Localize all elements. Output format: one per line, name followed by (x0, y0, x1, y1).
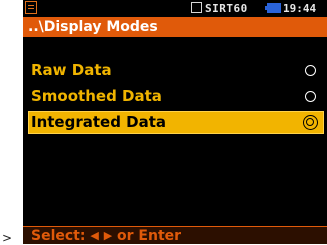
status-indicators: SIRT60 (205, 2, 248, 15)
option-label: Raw Data (31, 61, 112, 79)
hint-suffix: or Enter (117, 228, 182, 244)
mode-box-icon (191, 2, 202, 13)
battery-icon (265, 3, 281, 13)
status-bar: SIRT60 19:44 (23, 0, 327, 17)
hint-prefix: Select: (31, 228, 86, 244)
page-title: ..\Display Modes (28, 19, 158, 35)
device-screen: SIRT60 19:44 ..\Display Modes Raw Data S… (23, 0, 327, 244)
option-smoothed-data[interactable]: Smoothed Data (28, 85, 324, 108)
radio-button-icon[interactable] (305, 91, 316, 102)
hint-text: Select: ◀ ▶ or Enter (31, 227, 181, 244)
option-label: Smoothed Data (31, 87, 162, 105)
arrow-left-icon: ◀ (90, 229, 99, 242)
radio-button-icon[interactable] (305, 65, 316, 76)
clock: 19:44 (283, 2, 317, 15)
option-integrated-data[interactable]: Integrated Data (28, 111, 324, 134)
title-bar: ..\Display Modes (23, 17, 327, 37)
hint-bar: Select: ◀ ▶ or Enter (23, 226, 327, 244)
pointer-glyph: > (2, 231, 13, 245)
arrow-right-icon: ▶ (103, 229, 113, 242)
option-raw-data[interactable]: Raw Data (28, 59, 324, 82)
document-icon (25, 1, 37, 14)
option-label: Integrated Data (31, 113, 167, 131)
radio-button-selected-icon[interactable] (303, 115, 318, 130)
